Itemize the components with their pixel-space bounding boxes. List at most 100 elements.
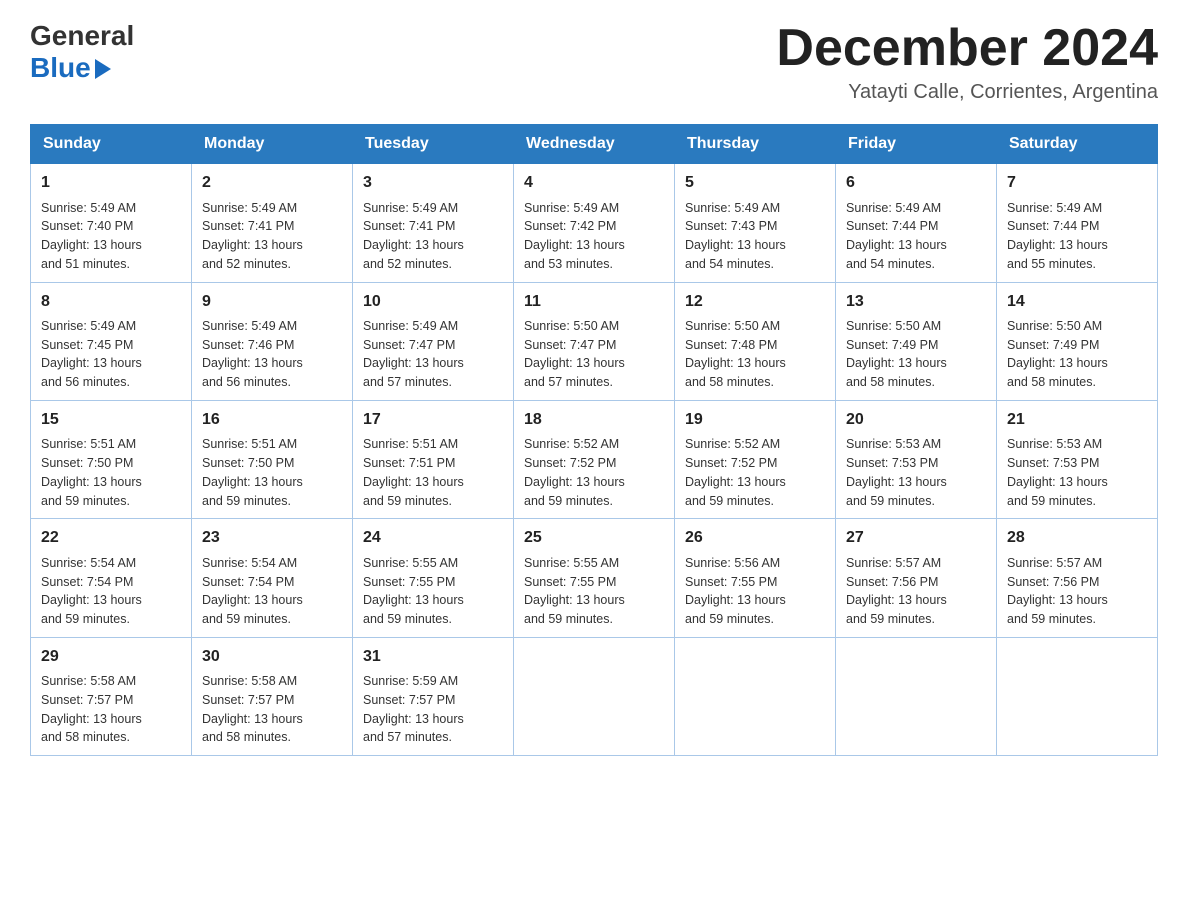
day-info: Sunrise: 5:58 AMSunset: 7:57 PMDaylight:… [41,672,181,747]
logo-blue-text: Blue [30,52,91,84]
day-number: 26 [685,527,825,549]
day-info: Sunrise: 5:49 AMSunset: 7:41 PMDaylight:… [202,199,342,274]
calendar-day-cell: 20 Sunrise: 5:53 AMSunset: 7:53 PMDayligh… [836,400,997,518]
day-number: 29 [41,646,181,668]
day-info: Sunrise: 5:49 AMSunset: 7:44 PMDaylight:… [846,199,986,274]
calendar-day-cell: 7 Sunrise: 5:49 AMSunset: 7:44 PMDaylight… [997,164,1158,282]
day-number: 4 [524,172,664,194]
day-number: 24 [363,527,503,549]
day-info: Sunrise: 5:49 AMSunset: 7:40 PMDaylight:… [41,199,181,274]
header-tuesday: Tuesday [353,125,514,164]
day-info: Sunrise: 5:49 AMSunset: 7:46 PMDaylight:… [202,317,342,392]
header-thursday: Thursday [675,125,836,164]
day-info: Sunrise: 5:49 AMSunset: 7:42 PMDaylight:… [524,199,664,274]
calendar-day-cell: 9 Sunrise: 5:49 AMSunset: 7:46 PMDaylight… [192,282,353,400]
logo-arrow-icon [95,59,111,79]
logo-blue-row: Blue [30,52,111,84]
calendar-day-cell: 21Sunrise: 5:53 AMSunset: 7:53 PMDayligh… [997,400,1158,518]
header-sunday: Sunday [31,125,192,164]
calendar-day-cell: 1 Sunrise: 5:49 AMSunset: 7:40 PMDaylight… [31,164,192,282]
day-number: 25 [524,527,664,549]
day-info: Sunrise: 5:56 AMSunset: 7:55 PMDaylight:… [685,554,825,629]
logo: General Blue [30,20,134,84]
calendar-day-cell: 30Sunrise: 5:58 AMSunset: 7:57 PMDayligh… [192,637,353,755]
calendar-day-cell [675,637,836,755]
calendar-day-cell: 31 Sunrise: 5:59 AMSunset: 7:57 PMDayligh… [353,637,514,755]
day-info: Sunrise: 5:51 AMSunset: 7:50 PMDaylight:… [202,435,342,510]
calendar-table: Sunday Monday Tuesday Wednesday Thursday… [30,124,1158,756]
calendar-day-cell: 16 Sunrise: 5:51 AMSunset: 7:50 PMDayligh… [192,400,353,518]
day-info: Sunrise: 5:59 AMSunset: 7:57 PMDaylight:… [363,672,503,747]
day-number: 30 [202,646,342,668]
title-block: December 2024 Yatayti Calle, Corrientes,… [776,20,1158,104]
calendar-day-cell: 29 Sunrise: 5:58 AMSunset: 7:57 PMDayligh… [31,637,192,755]
page-header: General Blue December 2024 Yatayti Calle… [30,20,1158,104]
day-number: 2 [202,172,342,194]
calendar-day-cell: 4 Sunrise: 5:49 AMSunset: 7:42 PMDaylight… [514,164,675,282]
logo-general-text: General [30,20,134,52]
calendar-day-cell: 2 Sunrise: 5:49 AMSunset: 7:41 PMDaylight… [192,164,353,282]
calendar-day-cell: 10Sunrise: 5:49 AMSunset: 7:47 PMDayligh… [353,282,514,400]
day-info: Sunrise: 5:52 AMSunset: 7:52 PMDaylight:… [685,435,825,510]
day-info: Sunrise: 5:49 AMSunset: 7:41 PMDaylight:… [363,199,503,274]
calendar-day-cell: 12Sunrise: 5:50 AMSunset: 7:48 PMDayligh… [675,282,836,400]
calendar-day-cell: 25 Sunrise: 5:55 AMSunset: 7:55 PMDayligh… [514,519,675,637]
calendar-day-cell: 11Sunrise: 5:50 AMSunset: 7:47 PMDayligh… [514,282,675,400]
calendar-day-cell: 5 Sunrise: 5:49 AMSunset: 7:43 PMDaylight… [675,164,836,282]
calendar-day-cell: 8 Sunrise: 5:49 AMSunset: 7:45 PMDaylight… [31,282,192,400]
calendar-day-cell: 14Sunrise: 5:50 AMSunset: 7:49 PMDayligh… [997,282,1158,400]
day-info: Sunrise: 5:55 AMSunset: 7:55 PMDaylight:… [363,554,503,629]
day-number: 18 [524,409,664,431]
day-info: Sunrise: 5:51 AMSunset: 7:51 PMDaylight:… [363,435,503,510]
day-number: 22 [41,527,181,549]
location-subtitle: Yatayti Calle, Corrientes, Argentina [776,81,1158,104]
calendar-day-cell: 22 Sunrise: 5:54 AMSunset: 7:54 PMDayligh… [31,519,192,637]
day-info: Sunrise: 5:57 AMSunset: 7:56 PMDaylight:… [1007,554,1147,629]
calendar-week-3: 15 Sunrise: 5:51 AMSunset: 7:50 PMDayligh… [31,400,1158,518]
day-number: 14 [1007,291,1147,313]
day-info: Sunrise: 5:49 AMSunset: 7:47 PMDaylight:… [363,317,503,392]
header-wednesday: Wednesday [514,125,675,164]
calendar-day-cell [514,637,675,755]
calendar-day-cell: 3 Sunrise: 5:49 AMSunset: 7:41 PMDaylight… [353,164,514,282]
calendar-day-cell [997,637,1158,755]
day-number: 9 [202,291,342,313]
day-number: 16 [202,409,342,431]
calendar-day-cell: 13 Sunrise: 5:50 AMSunset: 7:49 PMDayligh… [836,282,997,400]
day-number: 6 [846,172,986,194]
header-saturday: Saturday [997,125,1158,164]
calendar-week-5: 29 Sunrise: 5:58 AMSunset: 7:57 PMDayligh… [31,637,1158,755]
day-number: 5 [685,172,825,194]
day-info: Sunrise: 5:57 AMSunset: 7:56 PMDaylight:… [846,554,986,629]
day-info: Sunrise: 5:50 AMSunset: 7:49 PMDaylight:… [846,317,986,392]
calendar-week-1: 1 Sunrise: 5:49 AMSunset: 7:40 PMDaylight… [31,164,1158,282]
calendar-day-cell: 17Sunrise: 5:51 AMSunset: 7:51 PMDayligh… [353,400,514,518]
day-info: Sunrise: 5:49 AMSunset: 7:44 PMDaylight:… [1007,199,1147,274]
calendar-week-4: 22 Sunrise: 5:54 AMSunset: 7:54 PMDayligh… [31,519,1158,637]
day-info: Sunrise: 5:52 AMSunset: 7:52 PMDaylight:… [524,435,664,510]
day-number: 15 [41,409,181,431]
day-number: 20 [846,409,986,431]
day-info: Sunrise: 5:49 AMSunset: 7:45 PMDaylight:… [41,317,181,392]
day-info: Sunrise: 5:50 AMSunset: 7:47 PMDaylight:… [524,317,664,392]
day-number: 28 [1007,527,1147,549]
month-title: December 2024 [776,20,1158,77]
day-number: 31 [363,646,503,668]
day-info: Sunrise: 5:54 AMSunset: 7:54 PMDaylight:… [41,554,181,629]
calendar-day-cell: 19 Sunrise: 5:52 AMSunset: 7:52 PMDayligh… [675,400,836,518]
calendar-day-cell [836,637,997,755]
day-info: Sunrise: 5:53 AMSunset: 7:53 PMDaylight:… [846,435,986,510]
day-info: Sunrise: 5:53 AMSunset: 7:53 PMDaylight:… [1007,435,1147,510]
day-number: 3 [363,172,503,194]
day-number: 1 [41,172,181,194]
day-info: Sunrise: 5:55 AMSunset: 7:55 PMDaylight:… [524,554,664,629]
calendar-day-cell: 18 Sunrise: 5:52 AMSunset: 7:52 PMDayligh… [514,400,675,518]
header-friday: Friday [836,125,997,164]
day-number: 13 [846,291,986,313]
day-number: 19 [685,409,825,431]
day-number: 7 [1007,172,1147,194]
day-number: 8 [41,291,181,313]
day-info: Sunrise: 5:49 AMSunset: 7:43 PMDaylight:… [685,199,825,274]
day-info: Sunrise: 5:54 AMSunset: 7:54 PMDaylight:… [202,554,342,629]
day-info: Sunrise: 5:50 AMSunset: 7:48 PMDaylight:… [685,317,825,392]
